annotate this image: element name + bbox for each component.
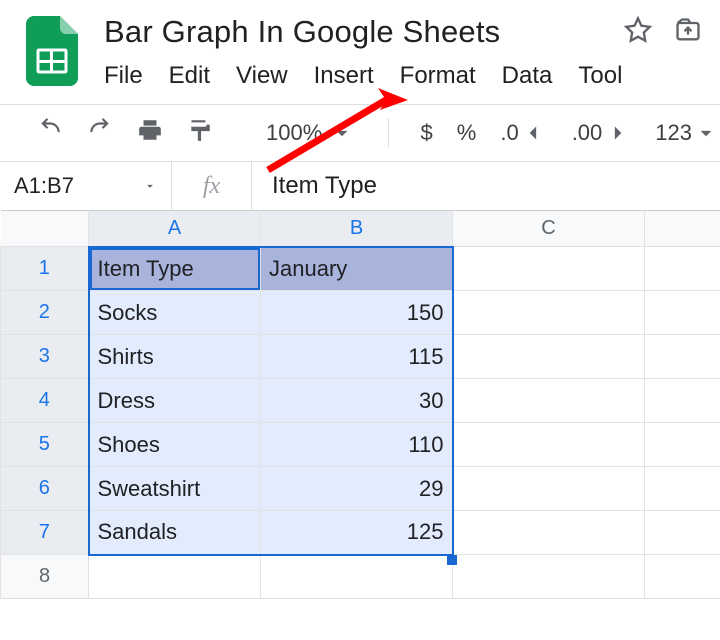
menu-edit[interactable]: Edit	[169, 62, 210, 90]
cell-A6[interactable]: Sweatshirt	[89, 467, 261, 511]
chevron-down-icon	[692, 120, 720, 146]
cell-B8[interactable]	[261, 555, 453, 599]
print-icon[interactable]	[136, 117, 164, 149]
cell-C1[interactable]	[453, 247, 645, 291]
cell-B5[interactable]: 110	[261, 423, 453, 467]
increase-decimal-button[interactable]: .00	[572, 120, 632, 146]
menubar: File Edit View Insert Format Data Tool	[104, 62, 720, 90]
cell-C3[interactable]	[453, 335, 645, 379]
cell-C2[interactable]	[453, 291, 645, 335]
cell-C6[interactable]	[453, 467, 645, 511]
paint-format-icon[interactable]	[186, 117, 214, 149]
cell-B2[interactable]: 150	[261, 291, 453, 335]
cell-A7[interactable]: Sandals	[89, 511, 261, 555]
cell-D6[interactable]	[645, 467, 720, 511]
cell-A4[interactable]: Dress	[89, 379, 261, 423]
cell-A3[interactable]: Shirts	[89, 335, 261, 379]
cell-B1[interactable]: January	[261, 247, 453, 291]
formula-bar[interactable]: Item Type	[252, 172, 720, 200]
cell-D8[interactable]	[645, 555, 720, 599]
select-all-corner[interactable]	[1, 211, 89, 247]
cell-C4[interactable]	[453, 379, 645, 423]
col-header-C[interactable]: C	[453, 211, 645, 247]
redo-icon[interactable]	[86, 117, 114, 149]
fx-label: fx	[172, 162, 252, 210]
cell-C7[interactable]	[453, 511, 645, 555]
cell-C8[interactable]	[453, 555, 645, 599]
cell-D5[interactable]	[645, 423, 720, 467]
cell-C5[interactable]	[453, 423, 645, 467]
number-format-dropdown[interactable]: 123	[655, 120, 720, 146]
menu-view[interactable]: View	[236, 62, 288, 90]
col-header-D[interactable]	[645, 211, 720, 247]
cell-D7[interactable]	[645, 511, 720, 555]
toolbar: 100% $ % .0 .00 123	[0, 105, 720, 161]
star-icon[interactable]	[624, 16, 652, 49]
menu-tools[interactable]: Tool	[578, 62, 622, 90]
menu-data[interactable]: Data	[502, 62, 553, 90]
name-box-value: A1:B7	[14, 173, 74, 199]
menu-format[interactable]: Format	[400, 62, 476, 90]
arrow-left-icon	[520, 120, 548, 146]
row-header-7[interactable]: 7	[1, 511, 89, 555]
decrease-decimal-button[interactable]: .0	[500, 120, 547, 146]
cell-B4[interactable]: 30	[261, 379, 453, 423]
cell-D4[interactable]	[645, 379, 720, 423]
chevron-down-icon	[328, 120, 356, 146]
zoom-dropdown[interactable]: 100%	[266, 120, 356, 146]
format-percent-button[interactable]: %	[457, 120, 477, 146]
arrow-right-icon	[603, 120, 631, 146]
cell-A5[interactable]: Shoes	[89, 423, 261, 467]
app-logo	[0, 14, 104, 86]
col-header-A[interactable]: A	[89, 211, 261, 247]
cell-A2[interactable]: Socks	[89, 291, 261, 335]
row-header-8[interactable]: 8	[1, 555, 89, 599]
spreadsheet-grid[interactable]: A B C 1 Item Type January 2 Socks 150 3	[0, 210, 720, 599]
cell-D1[interactable]	[645, 247, 720, 291]
row-header-6[interactable]: 6	[1, 467, 89, 511]
row-header-3[interactable]: 3	[1, 335, 89, 379]
row-header-1[interactable]: 1	[1, 247, 89, 291]
menu-insert[interactable]: Insert	[314, 62, 374, 90]
move-icon[interactable]	[674, 16, 702, 49]
cell-A8[interactable]	[89, 555, 261, 599]
row-header-4[interactable]: 4	[1, 379, 89, 423]
row-header-2[interactable]: 2	[1, 291, 89, 335]
cell-B6[interactable]: 29	[261, 467, 453, 511]
chevron-down-icon	[143, 179, 157, 193]
format-currency-button[interactable]: $	[421, 120, 433, 146]
cell-A1[interactable]: Item Type	[89, 247, 261, 291]
name-box[interactable]: A1:B7	[0, 162, 172, 210]
cell-D2[interactable]	[645, 291, 720, 335]
selection-handle[interactable]	[447, 555, 457, 565]
cell-D3[interactable]	[645, 335, 720, 379]
cell-B3[interactable]: 115	[261, 335, 453, 379]
row-header-5[interactable]: 5	[1, 423, 89, 467]
cell-B7[interactable]: 125	[261, 511, 453, 555]
undo-icon[interactable]	[36, 117, 64, 149]
col-header-B[interactable]: B	[261, 211, 453, 247]
document-title[interactable]: Bar Graph In Google Sheets	[104, 14, 500, 50]
menu-file[interactable]: File	[104, 62, 143, 90]
